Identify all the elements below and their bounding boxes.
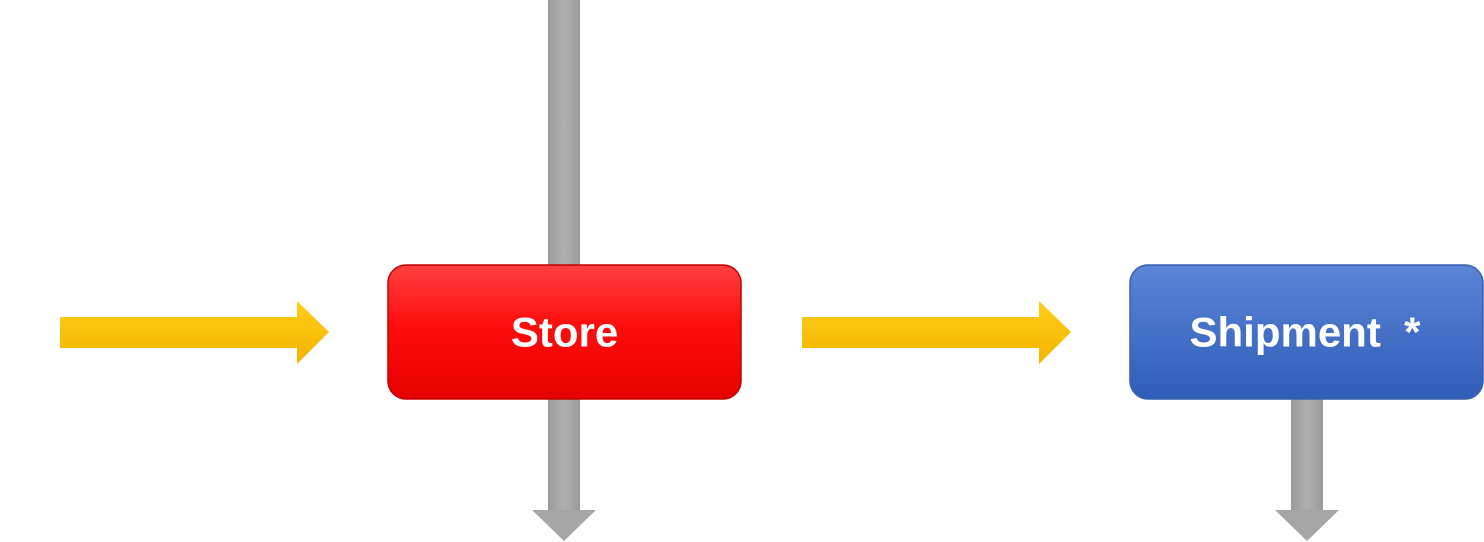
shipment-label: Shipment * xyxy=(1189,309,1421,356)
store-to-shipment-arrow xyxy=(802,301,1071,364)
flow-diagram: Store Shipment * xyxy=(60,0,1484,541)
shipment-output-arrow xyxy=(1275,398,1339,541)
shipment-node[interactable]: Shipment * xyxy=(1129,264,1484,400)
incoming-arrow xyxy=(60,301,329,364)
store-label: Store xyxy=(511,309,618,356)
store-node[interactable]: Store xyxy=(387,264,742,400)
